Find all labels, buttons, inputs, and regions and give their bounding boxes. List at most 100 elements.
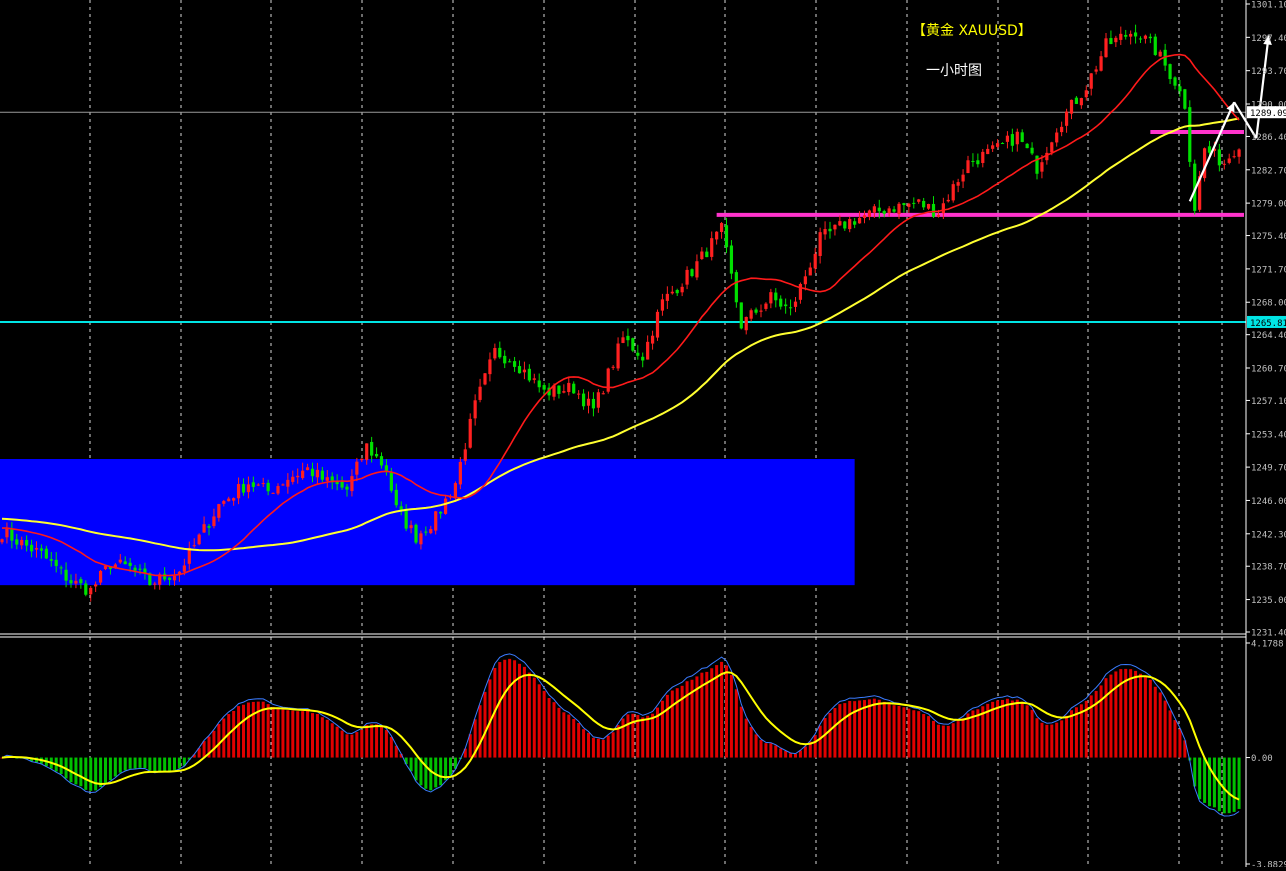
candle-body: [961, 174, 965, 182]
candle-body: [734, 272, 738, 303]
macd-bar-positive: [877, 699, 881, 758]
macd-bar-negative: [1232, 757, 1236, 812]
macd-bar-positive: [306, 710, 310, 758]
macd-bar-positive: [212, 730, 216, 758]
candle-body: [931, 203, 936, 217]
candle-body: [818, 232, 822, 256]
support-zone-box: [0, 459, 855, 586]
candle-body: [1153, 36, 1157, 55]
candle-body: [217, 504, 221, 518]
macd-bar-positive: [370, 724, 374, 758]
macd-bar-negative: [104, 757, 107, 783]
candle-body: [1168, 64, 1172, 80]
macd-bar-negative: [123, 757, 127, 771]
macd-bar-positive: [966, 713, 970, 758]
price-tick-label: 1275.40: [1251, 232, 1286, 242]
candle-body: [1084, 90, 1088, 98]
candle-body: [823, 229, 827, 235]
macd-bar-positive: [892, 705, 896, 758]
macd-bar-negative: [424, 757, 428, 789]
candle-body: [788, 307, 793, 309]
candle-body: [1055, 132, 1059, 143]
candle-body: [527, 368, 531, 381]
candle-body: [715, 231, 719, 240]
price-tick-label: 1268.00: [1251, 299, 1286, 309]
candle-body: [163, 573, 167, 580]
candle-body: [517, 366, 522, 374]
macd-bar-positive: [867, 699, 871, 758]
macd-bar-positive: [1015, 699, 1019, 758]
price-tick-label: 1253.40: [1251, 430, 1286, 440]
macd-bar-positive: [744, 718, 748, 758]
candle-body: [320, 470, 324, 480]
candle-body: [779, 298, 783, 307]
candle-body: [522, 369, 527, 373]
macd-bar-positive: [345, 734, 349, 758]
candle-body: [488, 359, 492, 375]
candle-body: [724, 225, 729, 248]
macd-bar-positive: [897, 705, 901, 758]
macd-bar-positive: [1045, 724, 1049, 758]
macd-bar-positive: [217, 724, 221, 758]
macd-bar-positive: [350, 734, 354, 758]
macd-bar-positive: [242, 704, 245, 758]
macd-bar-positive: [552, 702, 556, 758]
macd-bar-positive: [1001, 699, 1004, 758]
macd-bar-negative: [133, 757, 137, 769]
macd-bar-positive: [734, 689, 738, 758]
macd-bar-negative: [79, 757, 83, 787]
candle-body: [493, 348, 497, 359]
candle-body: [995, 143, 1000, 147]
candle-body: [1050, 142, 1054, 153]
candle-body: [586, 398, 591, 406]
candle-body: [1020, 132, 1024, 142]
candle-body: [532, 378, 536, 380]
macd-bar-negative: [168, 757, 172, 772]
candle-body: [463, 449, 467, 461]
macd-bar-negative: [1227, 757, 1231, 814]
macd-bar-positive: [1168, 710, 1172, 758]
candle-body: [138, 568, 142, 570]
candle-body: [389, 471, 393, 491]
macd-bar-positive: [872, 698, 876, 758]
candle-body: [828, 228, 832, 232]
macd-bar-negative: [163, 757, 167, 772]
candle-body: [296, 475, 300, 478]
candle-body: [710, 238, 714, 257]
candle-body: [340, 481, 344, 488]
candle-body: [118, 559, 122, 563]
macd-bar-positive: [1005, 698, 1009, 758]
chart-root: 1301.10 1297.40 1293.70 1290.00 1286.40 1282.…: [0, 0, 1286, 871]
macd-bar-positive: [715, 665, 719, 758]
candle-body: [212, 516, 216, 527]
macd-bar-positive: [720, 661, 724, 758]
candle-body: [1025, 143, 1029, 149]
macd-bar-positive: [833, 708, 837, 758]
candle-body: [1124, 34, 1128, 37]
macd-bar-positive: [685, 681, 689, 758]
candle-body: [443, 498, 448, 514]
candle-body: [483, 373, 487, 385]
macd-bar-positive: [611, 732, 615, 758]
macd-bar-positive: [1035, 718, 1039, 758]
price-tick-label: 1293.70: [1251, 67, 1286, 77]
macd-bar-positive: [320, 717, 324, 758]
candle-body: [872, 206, 876, 213]
candle-body: [591, 398, 596, 409]
macd-bar-positive: [202, 741, 206, 758]
candle-body: [813, 253, 817, 269]
candle-body: [384, 465, 389, 472]
candle-body: [1173, 77, 1177, 86]
candle-body: [626, 335, 630, 341]
macd-bar-positive: [794, 753, 797, 758]
candle-body: [739, 302, 743, 329]
macd-bar-positive: [1173, 720, 1177, 758]
candle-body: [1060, 126, 1064, 133]
candle-body: [473, 400, 477, 419]
price-tick-label: 1282.70: [1251, 166, 1286, 176]
macd-bar-positive: [360, 729, 364, 758]
macd-bar-positive: [286, 710, 290, 758]
candle-body: [1109, 38, 1113, 45]
candle-body: [793, 301, 798, 307]
macd-bar-positive: [1134, 670, 1138, 758]
